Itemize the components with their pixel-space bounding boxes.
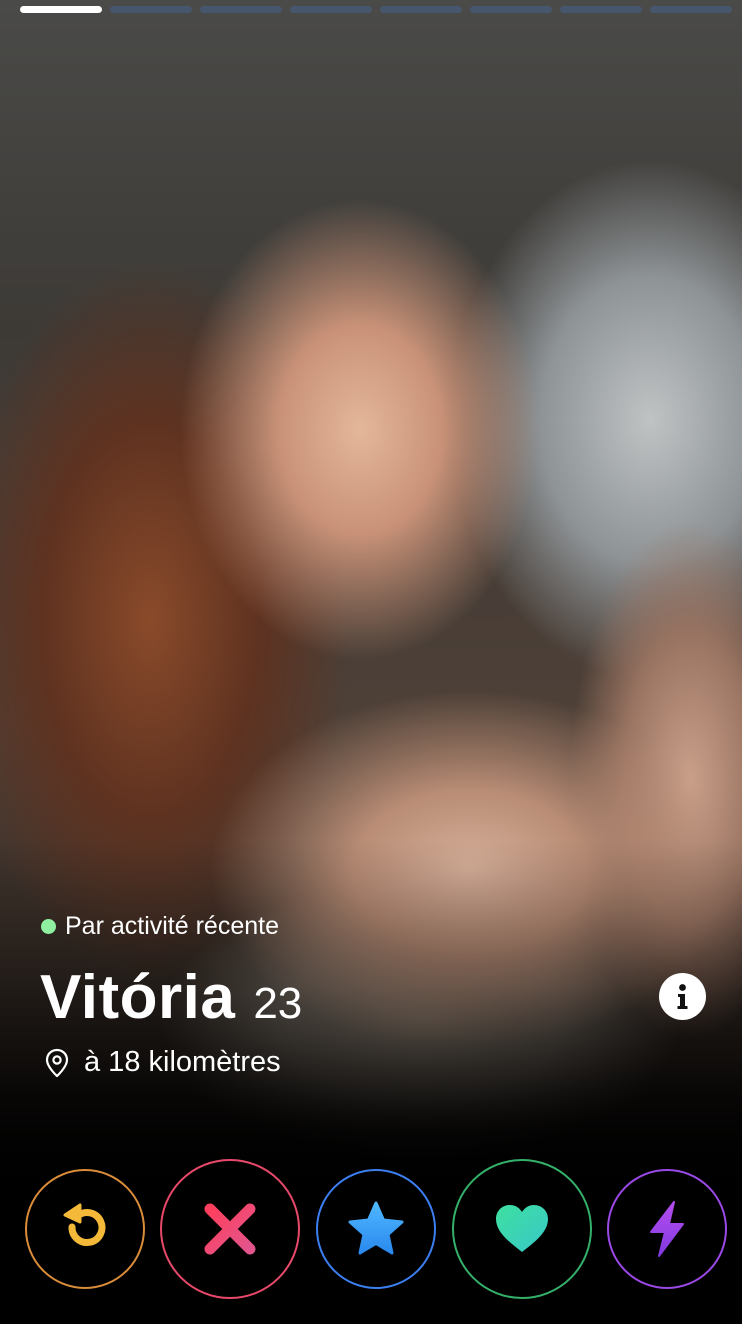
nope-button[interactable] bbox=[160, 1159, 300, 1299]
boost-button[interactable] bbox=[607, 1169, 727, 1289]
rewind-button[interactable] bbox=[25, 1169, 145, 1289]
name-age-row: Vitória 23 bbox=[40, 962, 302, 1033]
distance-row: à 18 kilomètres bbox=[44, 1046, 281, 1079]
location-pin-icon bbox=[45, 1048, 69, 1077]
photo-progress-bar bbox=[20, 6, 732, 13]
star-icon bbox=[348, 1201, 404, 1255]
photo-progress-segment-4[interactable] bbox=[290, 6, 372, 13]
photo-progress-segment-1[interactable] bbox=[20, 6, 102, 13]
activity-status-label: Par activité récente bbox=[65, 912, 279, 940]
online-dot bbox=[41, 919, 56, 934]
profile-info-button[interactable] bbox=[659, 973, 706, 1020]
profile-age: 23 bbox=[253, 979, 303, 1028]
photo-progress-segment-6[interactable] bbox=[470, 6, 552, 13]
photo-progress-segment-3[interactable] bbox=[200, 6, 282, 13]
rewind-icon bbox=[63, 1203, 106, 1246]
profile-card[interactable]: Par activité récente Vitória 23 à 18 kil… bbox=[0, 0, 742, 1324]
info-icon bbox=[677, 984, 688, 1009]
close-x-icon bbox=[204, 1203, 256, 1255]
photo-progress-segment-5[interactable] bbox=[380, 6, 462, 13]
like-button[interactable] bbox=[452, 1159, 592, 1299]
super-like-button[interactable] bbox=[316, 1169, 436, 1289]
photo-progress-segment-8[interactable] bbox=[650, 6, 732, 13]
photo-progress-segment-7[interactable] bbox=[560, 6, 642, 13]
heart-icon bbox=[496, 1205, 548, 1252]
photo-progress-segment-2[interactable] bbox=[110, 6, 192, 13]
lightning-bolt-icon bbox=[650, 1201, 684, 1257]
profile-name: Vitória bbox=[40, 963, 236, 1032]
activity-status: Par activité récente bbox=[41, 912, 279, 941]
distance-label: à 18 kilomètres bbox=[84, 1046, 281, 1078]
